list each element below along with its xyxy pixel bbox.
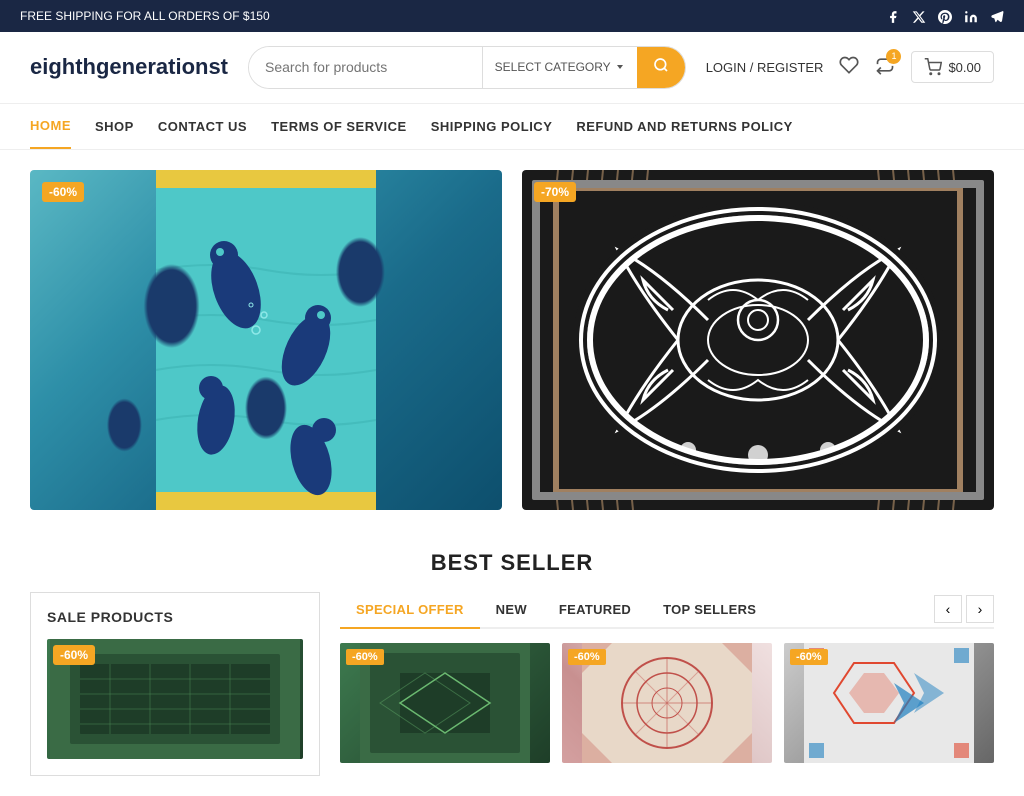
search-button[interactable] xyxy=(637,47,685,88)
nav-item-home[interactable]: HOME xyxy=(30,104,71,149)
tab-navigation: ‹ › xyxy=(934,595,994,623)
tab-special-offer[interactable]: SPECIAL OFFER xyxy=(340,592,480,629)
shipping-notice: FREE SHIPPING FOR ALL ORDERS OF $150 xyxy=(20,9,270,23)
product-image-2: -60% xyxy=(562,643,772,763)
search-input[interactable] xyxy=(249,47,482,88)
hero-product-2[interactable]: -70% xyxy=(522,170,994,510)
linkedin-icon[interactable] xyxy=(964,8,978,24)
product-card-1[interactable]: -60% xyxy=(340,643,550,763)
product-card-2[interactable]: -60% xyxy=(562,643,772,763)
sale-panel: SALE PRODUCTS -60% xyxy=(30,592,320,776)
sale-panel-title: SALE PRODUCTS xyxy=(47,609,303,625)
facebook-icon[interactable] xyxy=(886,8,900,24)
product-image-1: -60% xyxy=(340,643,550,763)
wishlist-icon-container[interactable] xyxy=(839,55,859,80)
offers-panel: SPECIAL OFFER NEW FEATURED TOP SELLERS ‹… xyxy=(320,592,994,776)
discount-badge-2: -70% xyxy=(534,182,576,202)
login-register-link[interactable]: LOGIN / REGISTER xyxy=(706,60,824,75)
nav-item-refund[interactable]: REFUND AND RETURNS POLICY xyxy=(576,105,792,148)
next-button[interactable]: › xyxy=(966,595,994,623)
tab-featured[interactable]: FEATURED xyxy=(543,592,647,627)
category-dropdown[interactable]: SELECT CATEGORY xyxy=(482,47,637,88)
header: eighthgenerationst SELECT CATEGORY LOGIN… xyxy=(0,32,1024,104)
heart-icon xyxy=(839,55,859,75)
hero-image-1 xyxy=(30,170,502,510)
discount-badge-1: -60% xyxy=(42,182,84,202)
nav-item-shop[interactable]: SHOP xyxy=(95,105,134,148)
product-badge-3: -60% xyxy=(790,649,828,665)
x-twitter-icon[interactable] xyxy=(912,8,926,24)
product-card-3[interactable]: -60% xyxy=(784,643,994,763)
blanket-art xyxy=(522,170,994,510)
tab-top-sellers[interactable]: TOP SELLERS xyxy=(647,592,772,627)
header-actions: LOGIN / REGISTER 1 $0.00 xyxy=(706,51,994,83)
hero-image-2 xyxy=(522,170,994,510)
cart-button[interactable]: $0.00 xyxy=(911,51,994,83)
top-bar: FREE SHIPPING FOR ALL ORDERS OF $150 xyxy=(0,0,1024,32)
nav-item-shipping[interactable]: SHIPPING POLICY xyxy=(431,105,553,148)
chevron-down-icon xyxy=(615,62,625,72)
bottom-section: SALE PRODUCTS -60% xyxy=(0,592,1024,796)
sale-discount-badge: -60% xyxy=(53,645,95,665)
hero-product-1[interactable]: -60% xyxy=(30,170,502,510)
best-seller-title: BEST SELLER xyxy=(0,530,1024,592)
hero-section: -60% xyxy=(0,150,1024,530)
compare-badge: 1 xyxy=(886,49,901,64)
search-icon xyxy=(653,57,669,73)
product-grid: -60% -60% xyxy=(340,643,994,763)
compare-icon-container[interactable]: 1 xyxy=(875,55,895,80)
product-badge-1: -60% xyxy=(346,649,384,665)
category-label: SELECT CATEGORY xyxy=(495,60,611,74)
tab-new[interactable]: NEW xyxy=(480,592,543,627)
search-bar: SELECT CATEGORY xyxy=(248,46,686,89)
prev-button[interactable]: ‹ xyxy=(934,595,962,623)
pinterest-icon[interactable] xyxy=(938,8,952,24)
cart-price: $0.00 xyxy=(948,60,981,75)
cart-icon xyxy=(924,58,942,76)
social-links xyxy=(886,8,1004,24)
nav-item-contact[interactable]: CONTACT US xyxy=(158,105,247,148)
main-nav: HOME SHOP CONTACT US TERMS OF SERVICE SH… xyxy=(0,104,1024,150)
otter-art xyxy=(30,170,502,510)
offers-tabs: SPECIAL OFFER NEW FEATURED TOP SELLERS ‹… xyxy=(340,592,994,629)
logo[interactable]: eighthgenerationst xyxy=(30,54,228,80)
sale-product-image[interactable]: -60% xyxy=(47,639,303,759)
telegram-icon[interactable] xyxy=(990,8,1004,24)
product-badge-2: -60% xyxy=(568,649,606,665)
product-image-3: -60% xyxy=(784,643,994,763)
nav-item-terms[interactable]: TERMS OF SERVICE xyxy=(271,105,407,148)
